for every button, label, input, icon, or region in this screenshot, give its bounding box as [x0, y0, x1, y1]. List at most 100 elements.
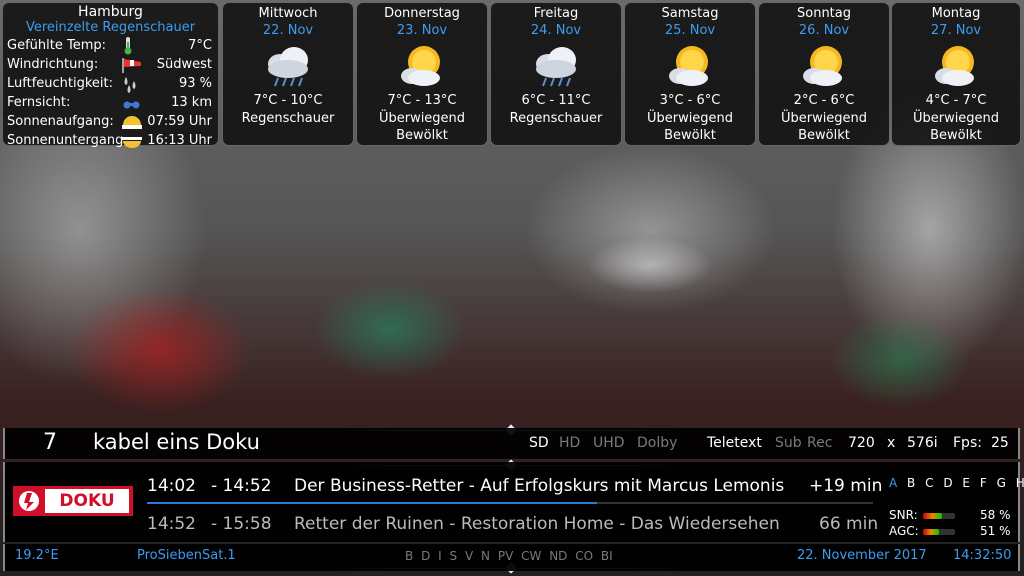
forecast-condition-2: Bewölkt — [396, 128, 448, 143]
weather-row-humidity: Luftfeuchtigkeit: 93 % — [7, 74, 214, 93]
forecast-date: 22. Nov — [262, 23, 314, 38]
caid-item: CW — [521, 549, 542, 563]
forecast-day-name: Samstag — [661, 6, 719, 21]
sun-cloud-icon — [926, 42, 986, 90]
now-remaining: +19 min — [809, 476, 883, 496]
tuner-d: D — [943, 476, 956, 490]
caid-item: CO — [575, 549, 594, 563]
forecast-day-name: Sonntag — [797, 6, 851, 21]
caid-item: ND — [549, 549, 568, 563]
flag-subtitles: Sub — [775, 435, 802, 451]
forecast-date: 26. Nov — [798, 23, 850, 38]
status-date: 22. November 2017 — [797, 548, 927, 563]
forecast-condition-2: Bewölkt — [930, 128, 982, 143]
forecast-day-name: Freitag — [533, 6, 579, 21]
caid-item: N — [481, 549, 490, 563]
flag-sd: SD — [529, 435, 549, 451]
flag-dolby: Dolby — [637, 435, 678, 451]
forecast-day-5: Sonntag 26. Nov 2°C - 6°C Überwiegend Be… — [758, 2, 890, 146]
next-title[interactable]: Retter der Ruinen - Restoration Home - D… — [294, 514, 780, 534]
forecast-date: 24. Nov — [530, 23, 582, 38]
forecast-temp: 7°C - 10°C — [253, 93, 323, 108]
tuner-a: A — [889, 476, 901, 490]
channel-name: kabel eins Doku — [93, 430, 260, 454]
flag-recording: Rec — [807, 435, 833, 451]
forecast-day-1: Mittwoch 22. Nov 7°C - 10°C Regenschauer — [222, 2, 354, 146]
weather-row-feels-like: Gefühlte Temp: 7°C — [7, 36, 214, 55]
current-weather-panel: Hamburg Vereinzelte Regenschauer Gefühlt… — [2, 2, 219, 148]
weather-city: Hamburg — [78, 4, 143, 20]
weather-row-value: 13 km — [171, 95, 212, 110]
weather-row-value: 93 % — [178, 76, 212, 91]
weather-row-label: Gefühlte Temp: — [7, 38, 106, 53]
caid-item: B — [405, 549, 414, 563]
weather-row-label: Sonnenuntergang: — [7, 133, 128, 148]
weather-row-label: Windrichtung: — [7, 57, 99, 72]
sun-cloud-icon — [392, 42, 452, 90]
next-end-time: - 15:58 — [211, 514, 272, 534]
forecast-condition-2: Bewölkt — [798, 128, 850, 143]
forecast-temp: 4°C - 7°C — [925, 93, 987, 108]
forecast-day-4: Samstag 25. Nov 3°C - 6°C Überwiegend Be… — [624, 2, 756, 146]
weather-row-wind: Windrichtung: Südwest — [7, 55, 214, 74]
forecast-day-6: Montag 27. Nov 4°C - 7°C Überwiegend Bew… — [891, 2, 1021, 146]
now-end-time: - 14:52 — [211, 476, 272, 496]
forecast-temp: 7°C - 13°C — [387, 93, 457, 108]
next-start-time: 14:52 — [147, 514, 196, 534]
epg-panel: DOKU 14:02 - 14:52 Der Business-Retter -… — [3, 462, 1024, 542]
forecast-condition-2: Bewölkt — [664, 128, 716, 143]
fps-value: 25 — [991, 435, 1009, 451]
video-height: 576i — [907, 435, 938, 451]
video-x: x — [887, 435, 896, 451]
tuner-list: A B C D E F G H — [889, 476, 1024, 490]
provider-name: ProSiebenSat.1 — [137, 548, 236, 563]
progress-fill — [147, 502, 598, 504]
weather-row-value: 16:13 Uhr — [147, 133, 212, 148]
sun-cloud-icon — [794, 42, 854, 90]
caid-item: S — [449, 549, 458, 563]
caid-item: BI — [600, 549, 613, 563]
fps-label: Fps: — [953, 435, 982, 451]
forecast-condition: Überwiegend — [780, 111, 868, 126]
caid-list: B D I S V N PV CW ND CO BI — [405, 549, 613, 563]
weather-row-label: Fernsicht: — [7, 95, 71, 110]
forecast-day-name: Mittwoch — [258, 6, 318, 21]
forecast-date: 25. Nov — [664, 23, 716, 38]
forecast-date: 23. Nov — [396, 23, 448, 38]
weather-row-value: 7°C — [188, 38, 212, 53]
flag-teletext: Teletext — [707, 435, 762, 451]
forecast-day-name: Montag — [931, 6, 981, 21]
tuner-f: F — [979, 476, 990, 490]
tuner-h: H — [1015, 476, 1024, 490]
weather-row-sunset: Sonnenuntergang: 16:13 Uhr — [7, 131, 214, 150]
weather-row-label: Luftfeuchtigkeit: — [7, 76, 114, 91]
channel-number: 7 — [43, 430, 57, 455]
sun-cloud-icon — [660, 42, 720, 90]
tuner-e: E — [962, 476, 973, 490]
rain-cloud-icon — [258, 42, 318, 90]
forecast-date: 27. Nov — [930, 23, 982, 38]
flag-hd: HD — [559, 435, 581, 451]
weather-row-value: Südwest — [156, 57, 212, 72]
forecast-day-3: Freitag 24. Nov 6°C - 11°C Regenschauer — [490, 2, 622, 146]
forecast-day-2: Donnerstag 23. Nov 7°C - 13°C Überwiegen… — [356, 2, 488, 146]
channel-logo: DOKU — [13, 486, 133, 516]
status-time: 14:32:50 — [953, 548, 1012, 563]
snr-label: SNR: — [889, 508, 918, 522]
caid-item: D — [421, 549, 431, 563]
caid-item: I — [438, 549, 442, 563]
tuner-c: C — [925, 476, 937, 490]
caid-item: PV — [497, 549, 514, 563]
rain-cloud-icon — [526, 42, 586, 90]
channel-info-bar: 7 kabel eins Doku SD HD UHD Dolby Telete… — [3, 428, 1020, 459]
agc-value: 51 % — [980, 524, 1011, 538]
snr-bar — [923, 513, 955, 519]
progress-track — [147, 502, 873, 504]
forecast-condition: Regenschauer — [509, 111, 603, 126]
satellite-position: 19.2°E — [15, 548, 59, 563]
forecast-day-name: Donnerstag — [384, 6, 460, 21]
forecast-temp: 6°C - 11°C — [521, 93, 591, 108]
forecast-condition: Überwiegend — [646, 111, 734, 126]
weather-row-visibility: Fernsicht: 13 km — [7, 93, 214, 112]
now-title[interactable]: Der Business-Retter - Auf Erfolgskurs mi… — [294, 476, 784, 496]
